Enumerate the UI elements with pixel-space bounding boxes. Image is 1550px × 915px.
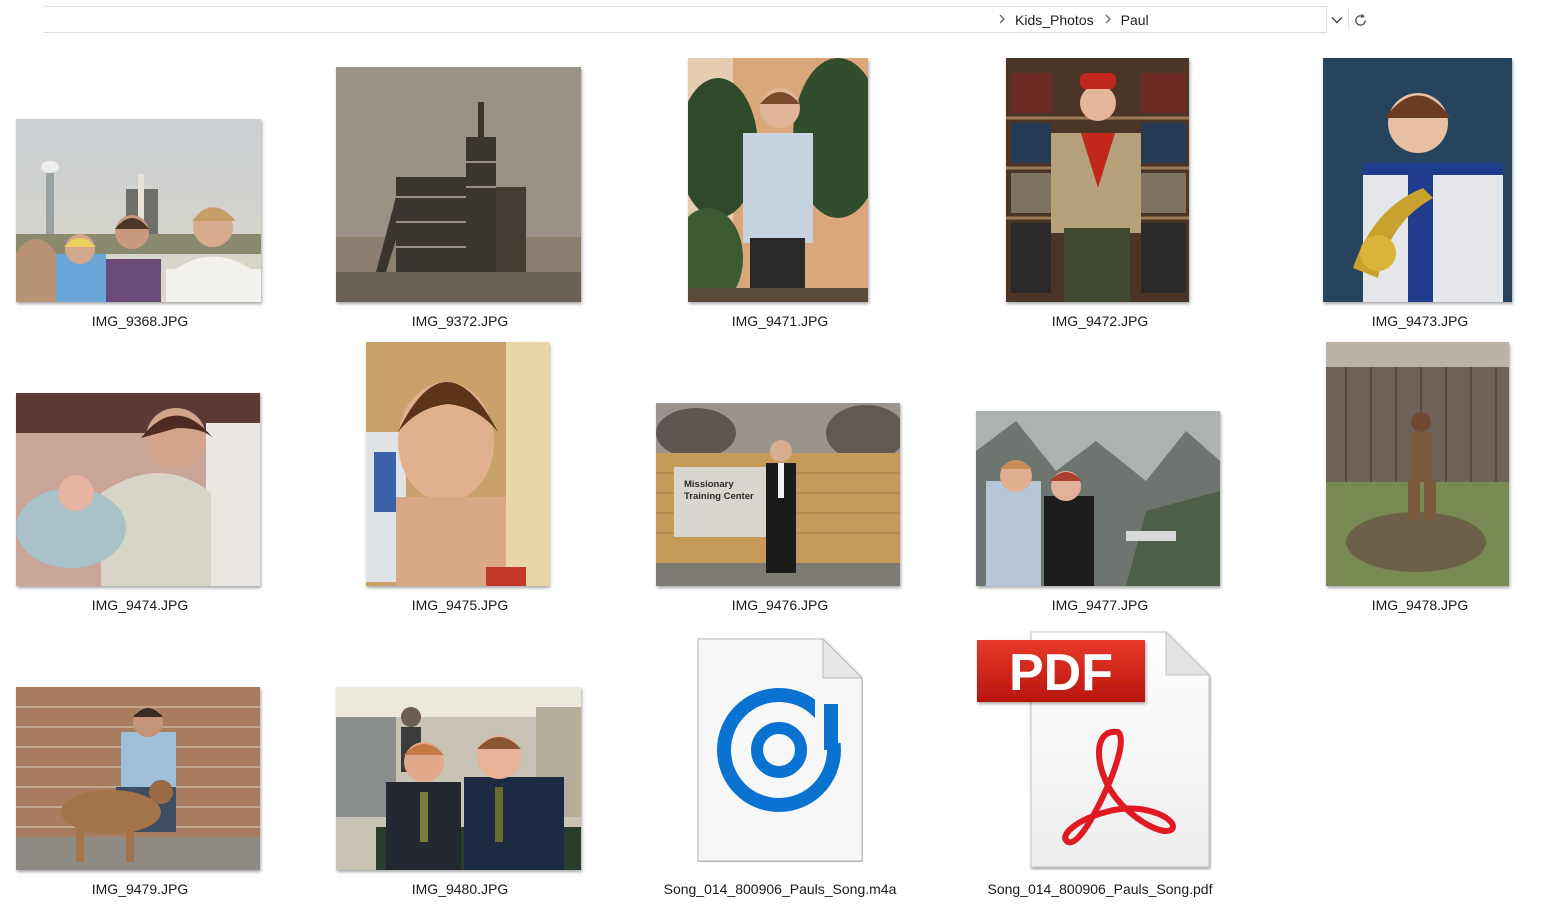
file-name-label: IMG_9479.JPG: [91, 881, 189, 897]
file-name-label: IMG_9372.JPG: [411, 313, 509, 329]
file-name-label: IMG_9474.JPG: [91, 597, 189, 613]
breadcrumb-paul[interactable]: Paul: [1121, 12, 1149, 28]
file-name-label: IMG_9471.JPG: [731, 313, 829, 329]
file-name-label: IMG_9477.JPG: [1051, 597, 1149, 613]
file-name-label: IMG_9478.JPG: [1371, 597, 1469, 613]
file-name-label: IMG_9368.JPG: [91, 313, 189, 329]
photo-thumbnail: [16, 393, 260, 586]
refresh-icon: [1354, 13, 1366, 26]
photo-thumbnail: Missionary Training Center: [656, 403, 900, 586]
file-name-label: IMG_9473.JPG: [1371, 313, 1469, 329]
photo-thumbnail: [1326, 342, 1509, 586]
file-name-label: IMG_9480.JPG: [411, 881, 509, 897]
address-bar[interactable]: Kids_Photos Paul: [44, 6, 1366, 33]
pdf-badge-text: PDF: [1009, 644, 1113, 702]
chevron-right-icon: [998, 13, 1006, 27]
svg-text:Training Center: Training Center: [684, 491, 754, 502]
file-name-label: IMG_9475.JPG: [411, 597, 509, 613]
address-divider: [1348, 9, 1349, 30]
chevron-right-icon: [1104, 13, 1112, 27]
chevron-down-icon: [1331, 17, 1343, 24]
pdf-file-icon: PDF: [976, 630, 1212, 870]
photo-thumbnail: [366, 342, 549, 586]
breadcrumb: Kids_Photos Paul: [994, 12, 1149, 28]
photo-thumbnail: [1323, 58, 1512, 302]
refresh-button[interactable]: [1350, 9, 1370, 31]
photo-thumbnail: [688, 58, 868, 302]
photo-thumbnail: [1006, 58, 1189, 302]
file-name-label: IMG_9472.JPG: [1051, 313, 1149, 329]
photo-thumbnail: [976, 411, 1220, 586]
groove-music-icon: [697, 637, 864, 862]
photo-thumbnail: [16, 687, 260, 870]
photo-thumbnail: [336, 687, 581, 870]
file-name-label: Song_014_800906_Pauls_Song.m4a: [663, 881, 897, 897]
photo-thumbnail: [16, 119, 261, 302]
breadcrumb-kids-photos[interactable]: Kids_Photos: [1015, 12, 1094, 28]
photo-thumbnail: [336, 67, 581, 302]
file-name-label: IMG_9476.JPG: [731, 597, 829, 613]
address-history-dropdown[interactable]: [1327, 9, 1347, 31]
sign-text: Missionary: [684, 479, 734, 490]
file-name-label: Song_014_800906_Pauls_Song.pdf: [987, 881, 1213, 897]
